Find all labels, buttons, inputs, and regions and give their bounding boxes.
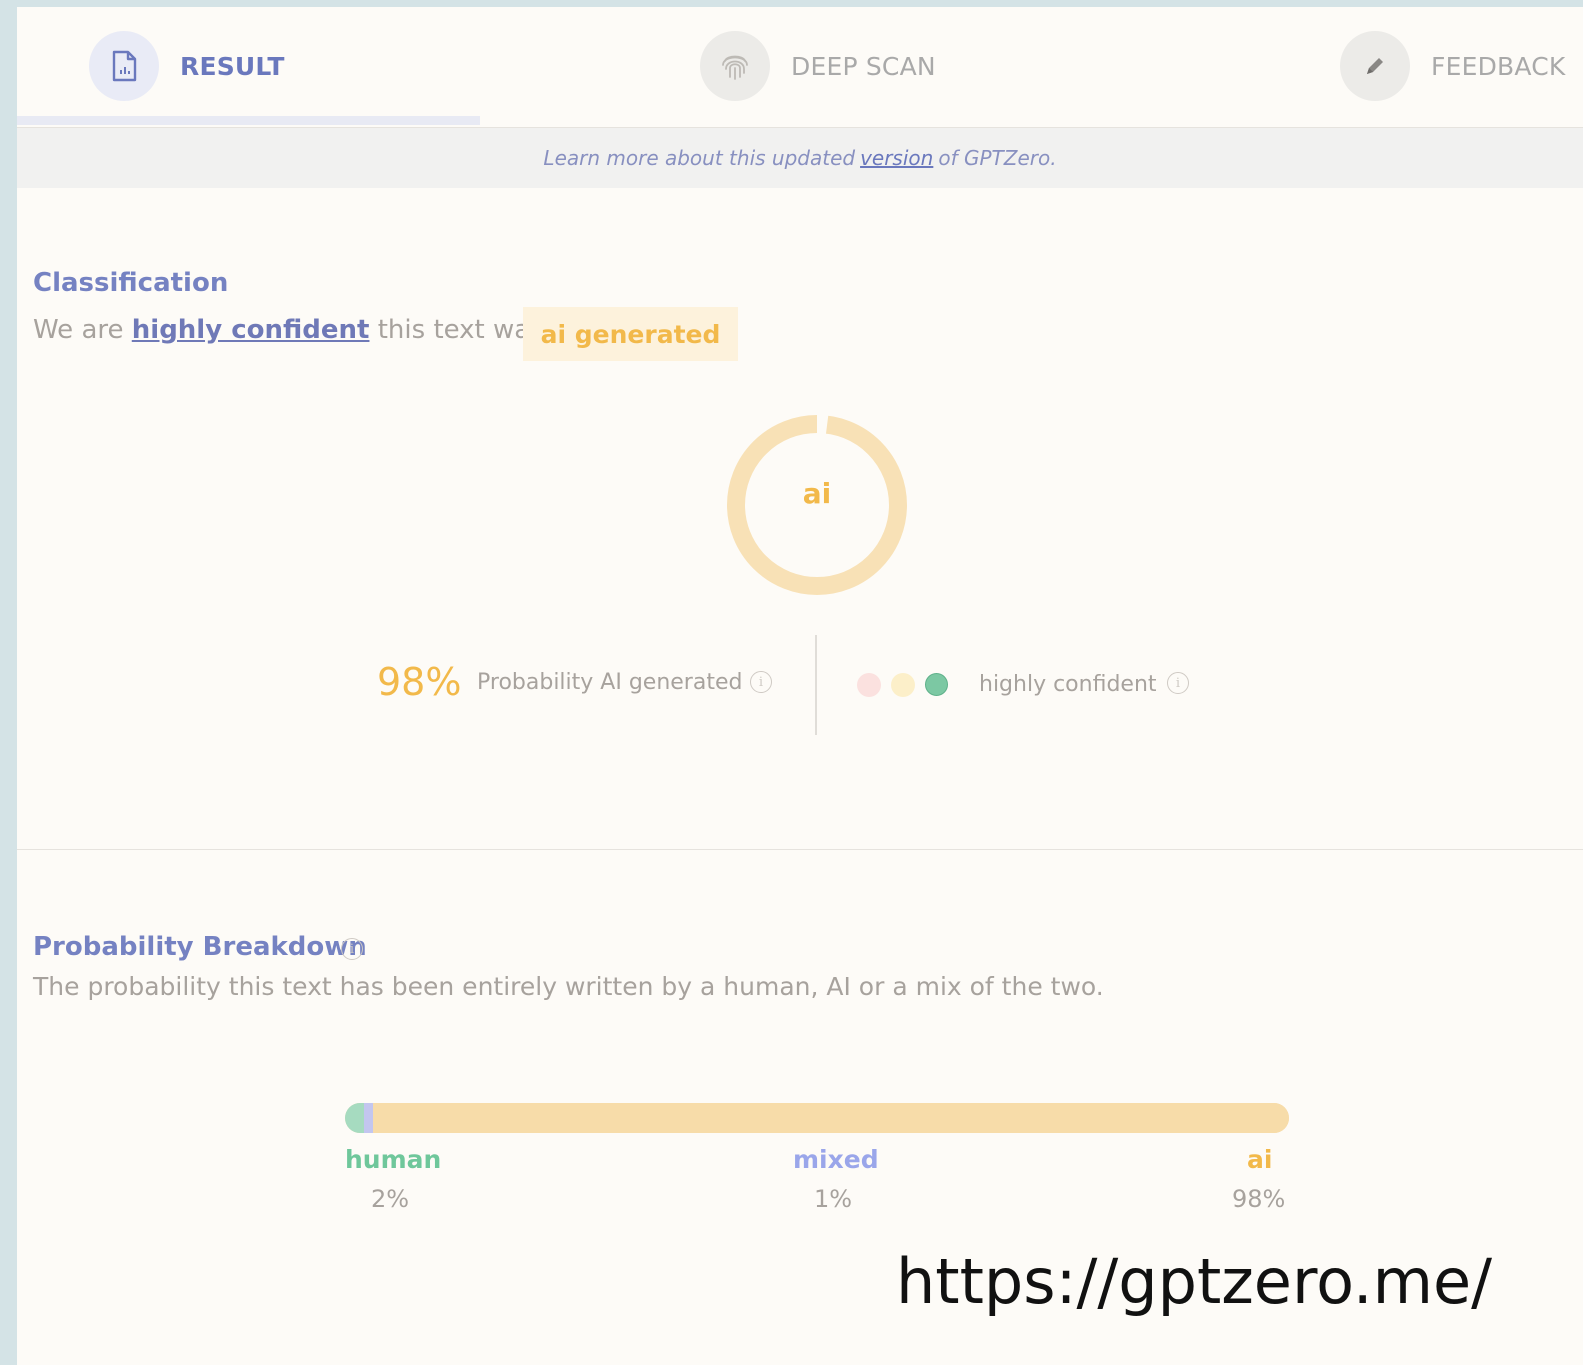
probability-bar [345, 1103, 1289, 1133]
banner-suffix: of GPTZero. [938, 146, 1057, 170]
human-value: 2% [371, 1185, 410, 1213]
stats-divider [815, 635, 817, 735]
probability-label: Probability AI generated [477, 670, 743, 695]
probability-value: 98% [377, 660, 462, 704]
confidence-dot-high [925, 673, 948, 696]
section-divider [17, 849, 1583, 850]
confidence-dot-low [857, 673, 881, 697]
ai-value: 98% [1232, 1185, 1286, 1213]
pencil-icon [1340, 31, 1410, 101]
probability-info-icon[interactable]: i [750, 671, 772, 693]
confidence-info-icon[interactable]: i [1167, 672, 1189, 694]
breakdown-title: Probability Breakdown [33, 932, 367, 962]
footer-url: https://gptzero.me/ [896, 1245, 1493, 1318]
tab-feedback[interactable]: FEEDBACK [1340, 7, 1566, 125]
ai-label: ai [1247, 1145, 1273, 1174]
classification-sentence: We are highly confident this text was [33, 315, 544, 345]
breakdown-info-icon[interactable]: i [341, 938, 363, 960]
donut-label: ai [802, 477, 832, 510]
confidence-dot-medium [891, 673, 915, 697]
tab-deep-scan-label: DEEP SCAN [791, 51, 936, 81]
result-panel: RESULT DEEP SCAN FEEDBACK Learn more abo… [17, 7, 1583, 1365]
version-link[interactable]: version [860, 146, 933, 170]
tab-result[interactable]: RESULT [89, 7, 285, 125]
fingerprint-icon [700, 31, 770, 101]
highly-confident-link[interactable]: highly confident [132, 315, 370, 345]
update-banner: Learn more about this updated version of… [17, 128, 1583, 188]
mixed-value: 1% [814, 1185, 853, 1213]
bar-segment-human [345, 1103, 364, 1133]
classification-title: Classification [33, 268, 229, 298]
document-icon [89, 31, 159, 101]
tab-feedback-label: FEEDBACK [1431, 51, 1566, 81]
active-tab-indicator [17, 116, 480, 125]
bar-segment-ai [373, 1103, 1289, 1133]
tab-bar: RESULT DEEP SCAN FEEDBACK [17, 7, 1583, 128]
sentence-prefix: We are [33, 315, 124, 345]
mixed-label: mixed [793, 1145, 879, 1174]
tab-result-label: RESULT [180, 51, 285, 81]
human-label: human [345, 1145, 442, 1174]
ai-generated-badge: ai generated [523, 307, 738, 361]
bar-segment-mixed [363, 1103, 374, 1133]
banner-prefix: Learn more about this updated [543, 146, 856, 170]
breakdown-description: The probability this text has been entir… [33, 972, 1104, 1001]
tab-deep-scan[interactable]: DEEP SCAN [700, 7, 936, 125]
confidence-label: highly confident [979, 672, 1157, 697]
sentence-suffix: this text was [377, 315, 544, 345]
